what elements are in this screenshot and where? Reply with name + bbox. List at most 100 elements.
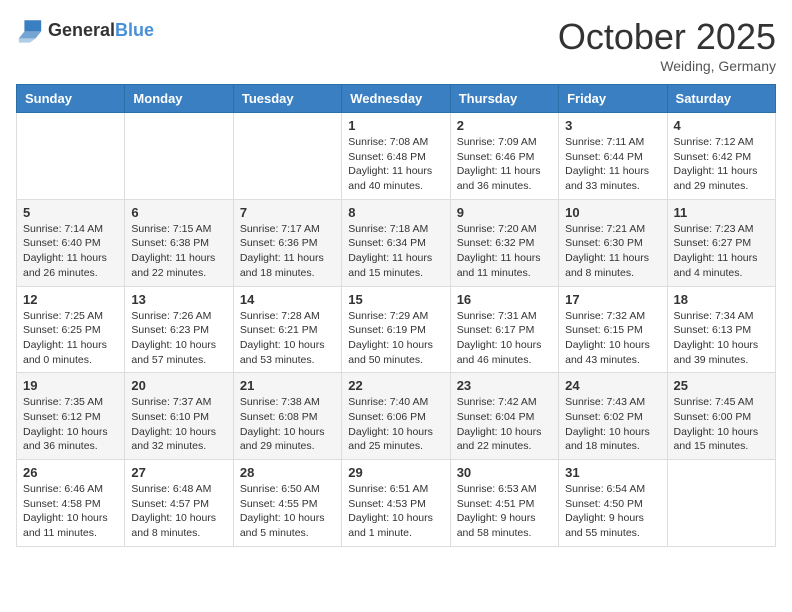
calendar-cell: 27 Sunrise: 6:48 AM Sunset: 4:57 PM Dayli… bbox=[125, 460, 233, 547]
day-info: Sunrise: 7:32 AM Sunset: 6:15 PM Dayligh… bbox=[565, 309, 660, 368]
logo-icon bbox=[16, 16, 44, 44]
calendar-cell bbox=[17, 113, 125, 200]
day-number: 19 bbox=[23, 378, 118, 393]
column-header-thursday: Thursday bbox=[450, 85, 558, 113]
day-number: 21 bbox=[240, 378, 335, 393]
day-number: 23 bbox=[457, 378, 552, 393]
day-number: 26 bbox=[23, 465, 118, 480]
calendar-cell: 8 Sunrise: 7:18 AM Sunset: 6:34 PM Daylig… bbox=[342, 199, 450, 286]
calendar-cell: 16Sunrise: 7:31 AM Sunset: 6:17 PM Dayli… bbox=[450, 286, 558, 373]
day-info: Sunrise: 7:23 AM Sunset: 6:27 PM Dayligh… bbox=[674, 222, 769, 281]
column-header-saturday: Saturday bbox=[667, 85, 775, 113]
column-header-wednesday: Wednesday bbox=[342, 85, 450, 113]
logo: GeneralBlue bbox=[16, 16, 154, 44]
day-number: 20 bbox=[131, 378, 226, 393]
column-header-friday: Friday bbox=[559, 85, 667, 113]
day-number: 28 bbox=[240, 465, 335, 480]
calendar-cell bbox=[667, 460, 775, 547]
column-header-sunday: Sunday bbox=[17, 85, 125, 113]
calendar-cell: 14Sunrise: 7:28 AM Sunset: 6:21 PM Dayli… bbox=[233, 286, 341, 373]
calendar-cell: 25 Sunrise: 7:45 AM Sunset: 6:00 PM Dayli… bbox=[667, 373, 775, 460]
logo-blue: Blue bbox=[115, 20, 154, 40]
day-number: 7 bbox=[240, 205, 335, 220]
day-info: Sunrise: 7:37 AM Sunset: 6:10 PM Dayligh… bbox=[131, 395, 226, 454]
calendar-cell: 6Sunrise: 7:15 AM Sunset: 6:38 PM Daylig… bbox=[125, 199, 233, 286]
day-info: Sunrise: 6:50 AM Sunset: 4:55 PM Dayligh… bbox=[240, 482, 335, 541]
calendar-cell: 11 Sunrise: 7:23 AM Sunset: 6:27 PM Dayli… bbox=[667, 199, 775, 286]
day-number: 1 bbox=[348, 118, 443, 133]
title-block: October 2025 Weiding, Germany bbox=[558, 16, 776, 74]
day-number: 3 bbox=[565, 118, 660, 133]
day-info: Sunrise: 7:38 AM Sunset: 6:08 PM Dayligh… bbox=[240, 395, 335, 454]
calendar-cell bbox=[233, 113, 341, 200]
calendar-cell: 21 Sunrise: 7:38 AM Sunset: 6:08 PM Dayli… bbox=[233, 373, 341, 460]
day-number: 31 bbox=[565, 465, 660, 480]
day-number: 30 bbox=[457, 465, 552, 480]
day-info: Sunrise: 7:08 AM Sunset: 6:48 PM Dayligh… bbox=[348, 135, 443, 194]
day-info: Sunrise: 7:20 AM Sunset: 6:32 PM Dayligh… bbox=[457, 222, 552, 281]
day-number: 22 bbox=[348, 378, 443, 393]
day-info: Sunrise: 6:54 AM Sunset: 4:50 PM Dayligh… bbox=[565, 482, 660, 541]
day-info: Sunrise: 7:21 AM Sunset: 6:30 PM Dayligh… bbox=[565, 222, 660, 281]
calendar-cell: 5Sunrise: 7:14 AM Sunset: 6:40 PM Daylig… bbox=[17, 199, 125, 286]
calendar-cell: 23 Sunrise: 7:42 AM Sunset: 6:04 PM Dayli… bbox=[450, 373, 558, 460]
day-info: Sunrise: 6:51 AM Sunset: 4:53 PM Dayligh… bbox=[348, 482, 443, 541]
location: Weiding, Germany bbox=[558, 58, 776, 74]
calendar-cell: 3 Sunrise: 7:11 AM Sunset: 6:44 PM Daylig… bbox=[559, 113, 667, 200]
day-number: 6 bbox=[131, 205, 226, 220]
calendar-cell: 1 Sunrise: 7:08 AM Sunset: 6:48 PM Daylig… bbox=[342, 113, 450, 200]
calendar-header-row: SundayMondayTuesdayWednesdayThursdayFrid… bbox=[17, 85, 776, 113]
day-info: Sunrise: 7:42 AM Sunset: 6:04 PM Dayligh… bbox=[457, 395, 552, 454]
day-info: Sunrise: 7:09 AM Sunset: 6:46 PM Dayligh… bbox=[457, 135, 552, 194]
logo-text: GeneralBlue bbox=[48, 20, 154, 41]
day-info: Sunrise: 6:46 AM Sunset: 4:58 PM Dayligh… bbox=[23, 482, 118, 541]
day-info: Sunrise: 7:40 AM Sunset: 6:06 PM Dayligh… bbox=[348, 395, 443, 454]
day-info: Sunrise: 7:11 AM Sunset: 6:44 PM Dayligh… bbox=[565, 135, 660, 194]
day-info: Sunrise: 7:12 AM Sunset: 6:42 PM Dayligh… bbox=[674, 135, 769, 194]
day-number: 12 bbox=[23, 292, 118, 307]
day-info: Sunrise: 6:53 AM Sunset: 4:51 PM Dayligh… bbox=[457, 482, 552, 541]
logo-general: General bbox=[48, 20, 115, 40]
calendar-week-row: 19 Sunrise: 7:35 AM Sunset: 6:12 PM Dayli… bbox=[17, 373, 776, 460]
calendar-cell: 20 Sunrise: 7:37 AM Sunset: 6:10 PM Dayli… bbox=[125, 373, 233, 460]
calendar-cell: 18 Sunrise: 7:34 AM Sunset: 6:13 PM Dayli… bbox=[667, 286, 775, 373]
day-number: 16 bbox=[457, 292, 552, 307]
day-info: Sunrise: 7:45 AM Sunset: 6:00 PM Dayligh… bbox=[674, 395, 769, 454]
calendar-week-row: 5Sunrise: 7:14 AM Sunset: 6:40 PM Daylig… bbox=[17, 199, 776, 286]
calendar-cell: 9Sunrise: 7:20 AM Sunset: 6:32 PM Daylig… bbox=[450, 199, 558, 286]
day-info: Sunrise: 7:34 AM Sunset: 6:13 PM Dayligh… bbox=[674, 309, 769, 368]
page-header: GeneralBlue October 2025 Weiding, German… bbox=[16, 16, 776, 74]
calendar-cell: 24Sunrise: 7:43 AM Sunset: 6:02 PM Dayli… bbox=[559, 373, 667, 460]
day-info: Sunrise: 7:18 AM Sunset: 6:34 PM Dayligh… bbox=[348, 222, 443, 281]
day-number: 27 bbox=[131, 465, 226, 480]
day-info: Sunrise: 7:17 AM Sunset: 6:36 PM Dayligh… bbox=[240, 222, 335, 281]
day-number: 29 bbox=[348, 465, 443, 480]
day-number: 18 bbox=[674, 292, 769, 307]
calendar-cell: 10Sunrise: 7:21 AM Sunset: 6:30 PM Dayli… bbox=[559, 199, 667, 286]
calendar-cell: 22 Sunrise: 7:40 AM Sunset: 6:06 PM Dayli… bbox=[342, 373, 450, 460]
calendar-cell bbox=[125, 113, 233, 200]
calendar-cell: 17 Sunrise: 7:32 AM Sunset: 6:15 PM Dayli… bbox=[559, 286, 667, 373]
calendar-cell: 4Sunrise: 7:12 AM Sunset: 6:42 PM Daylig… bbox=[667, 113, 775, 200]
day-info: Sunrise: 7:29 AM Sunset: 6:19 PM Dayligh… bbox=[348, 309, 443, 368]
day-number: 14 bbox=[240, 292, 335, 307]
day-number: 25 bbox=[674, 378, 769, 393]
calendar-week-row: 12 Sunrise: 7:25 AM Sunset: 6:25 PM Dayli… bbox=[17, 286, 776, 373]
day-number: 11 bbox=[674, 205, 769, 220]
calendar-cell: 28 Sunrise: 6:50 AM Sunset: 4:55 PM Dayli… bbox=[233, 460, 341, 547]
calendar-week-row: 26 Sunrise: 6:46 AM Sunset: 4:58 PM Dayli… bbox=[17, 460, 776, 547]
column-header-tuesday: Tuesday bbox=[233, 85, 341, 113]
day-info: Sunrise: 7:25 AM Sunset: 6:25 PM Dayligh… bbox=[23, 309, 118, 368]
calendar-cell: 30 Sunrise: 6:53 AM Sunset: 4:51 PM Dayli… bbox=[450, 460, 558, 547]
day-number: 17 bbox=[565, 292, 660, 307]
day-info: Sunrise: 7:26 AM Sunset: 6:23 PM Dayligh… bbox=[131, 309, 226, 368]
calendar-cell: 2Sunrise: 7:09 AM Sunset: 6:46 PM Daylig… bbox=[450, 113, 558, 200]
day-info: Sunrise: 6:48 AM Sunset: 4:57 PM Dayligh… bbox=[131, 482, 226, 541]
calendar-cell: 12 Sunrise: 7:25 AM Sunset: 6:25 PM Dayli… bbox=[17, 286, 125, 373]
calendar-week-row: 1 Sunrise: 7:08 AM Sunset: 6:48 PM Daylig… bbox=[17, 113, 776, 200]
calendar-cell: 15Sunrise: 7:29 AM Sunset: 6:19 PM Dayli… bbox=[342, 286, 450, 373]
calendar-cell: 31 Sunrise: 6:54 AM Sunset: 4:50 PM Dayli… bbox=[559, 460, 667, 547]
day-number: 8 bbox=[348, 205, 443, 220]
day-number: 13 bbox=[131, 292, 226, 307]
day-info: Sunrise: 7:35 AM Sunset: 6:12 PM Dayligh… bbox=[23, 395, 118, 454]
